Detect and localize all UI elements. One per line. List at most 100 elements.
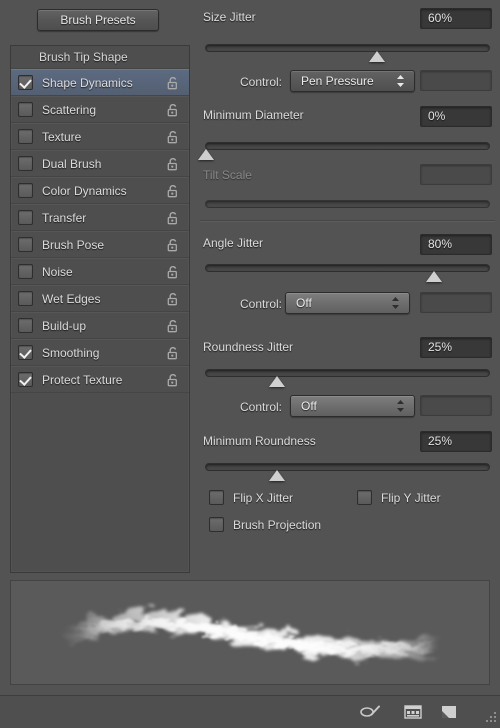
chevron-updown-icon (391, 296, 400, 310)
unlock-icon[interactable] (167, 157, 179, 170)
roundness-jitter-control-label: Control: (240, 400, 283, 414)
unlock-icon[interactable] (167, 103, 179, 116)
list-item-dual-brush[interactable]: Dual Brush (11, 150, 189, 177)
unlock-icon[interactable] (167, 373, 179, 386)
unlock-icon[interactable] (167, 130, 179, 143)
angle-jitter-label: Angle Jitter (203, 236, 264, 250)
minimum-roundness-slider-thumb[interactable] (269, 470, 286, 481)
roundness-jitter-value[interactable]: 25% (420, 337, 492, 358)
resize-grip-icon[interactable] (484, 712, 497, 725)
checkbox[interactable] (18, 318, 33, 333)
new-brush-icon[interactable] (440, 704, 458, 725)
toggle-brush-panel-icon[interactable] (404, 704, 422, 725)
size-jitter-control-label: Control: (240, 75, 283, 89)
size-jitter-value[interactable]: 60% (420, 8, 492, 29)
unlock-icon[interactable] (167, 346, 179, 359)
list-item-smoothing[interactable]: Smoothing (11, 339, 189, 366)
list-item-color-dynamics[interactable]: Color Dynamics (11, 177, 189, 204)
size-jitter-slider-track[interactable] (205, 44, 490, 62)
checkbox[interactable] (18, 75, 33, 90)
list-item-build-up[interactable]: Build-up (11, 312, 189, 339)
tilt-scale-value (420, 164, 492, 185)
minimum-diameter-value[interactable]: 0% (420, 106, 492, 127)
chevron-updown-icon (396, 399, 405, 413)
list-item-wet-edges[interactable]: Wet Edges (11, 285, 189, 312)
section-divider (200, 220, 495, 222)
checkbox[interactable] (18, 129, 33, 144)
list-item-transfer[interactable]: Transfer (11, 204, 189, 231)
panel-footer (0, 695, 500, 728)
brush-projection-option[interactable]: Brush Projection (200, 517, 321, 532)
list-item-brush-pose[interactable]: Brush Pose (11, 231, 189, 258)
shape-dynamics-settings: Size Jitter 60% Control: Pen Pressure Mi… (195, 0, 500, 575)
unlock-icon[interactable] (167, 184, 179, 197)
list-item-shape-dynamics[interactable]: Shape Dynamics (11, 69, 189, 96)
brush-stroke-graphic (56, 610, 449, 660)
flip-x-jitter-option[interactable]: Flip X Jitter (200, 490, 293, 505)
brush-options-list: Brush Tip Shape Shape Dynamics Scattering… (10, 45, 190, 573)
unlock-icon[interactable] (167, 76, 179, 89)
roundness-jitter-control-dropdown[interactable]: Off (290, 395, 415, 417)
list-item-label: Transfer (42, 210, 87, 225)
chevron-updown-icon (396, 74, 405, 88)
flip-y-jitter-option[interactable]: Flip Y Jitter (348, 490, 441, 505)
flip-y-jitter-checkbox[interactable] (357, 490, 372, 505)
minimum-roundness-slider-track[interactable] (205, 463, 490, 481)
checkbox[interactable] (18, 372, 33, 387)
list-item-label: Build-up (42, 318, 87, 333)
unlock-icon[interactable] (167, 292, 179, 305)
unlock-icon[interactable] (167, 238, 179, 251)
unlock-icon[interactable] (167, 265, 179, 278)
roundness-jitter-slider-thumb[interactable] (269, 376, 286, 387)
angle-jitter-slider-track[interactable] (205, 264, 490, 282)
minimum-diameter-label: Minimum Diameter (203, 108, 304, 122)
checkbox[interactable] (18, 102, 33, 117)
list-item-noise[interactable]: Noise (11, 258, 189, 285)
size-jitter-slider-thumb[interactable] (369, 51, 385, 62)
angle-jitter-slider-thumb[interactable] (426, 271, 442, 282)
unlock-icon[interactable] (167, 211, 179, 224)
minimum-roundness-value[interactable]: 25% (420, 431, 492, 452)
minimum-diameter-slider-track[interactable] (198, 142, 490, 160)
tilt-scale-label: Tilt Scale (203, 168, 252, 182)
angle-jitter-value[interactable]: 80% (420, 234, 492, 255)
list-item-texture[interactable]: Texture (11, 123, 189, 150)
list-item-label: Scattering (42, 102, 97, 117)
list-item-label: Brush Pose (42, 237, 105, 252)
unlock-icon[interactable] (167, 319, 179, 332)
brush-projection-label: Brush Projection (233, 517, 322, 532)
brush-tip-shape-header[interactable]: Brush Tip Shape (11, 46, 189, 69)
list-item-label: Wet Edges (42, 291, 101, 306)
flip-x-jitter-label: Flip X Jitter (233, 490, 294, 505)
brush-presets-button[interactable]: Brush Presets (37, 9, 159, 31)
angle-jitter-control-dropdown[interactable]: Off (285, 292, 410, 314)
checkbox[interactable] (18, 345, 33, 360)
checkbox[interactable] (18, 210, 33, 225)
flip-x-jitter-checkbox[interactable] (209, 490, 224, 505)
brush-preset-tool-icon[interactable] (360, 704, 382, 725)
roundness-jitter-slider-track[interactable] (205, 369, 490, 387)
checkbox[interactable] (18, 183, 33, 198)
angle-jitter-control-label: Control: (240, 297, 283, 311)
checkbox[interactable] (18, 237, 33, 252)
roundness-jitter-control-extra-value[interactable] (420, 395, 492, 416)
size-jitter-control-dropdown[interactable]: Pen Pressure (290, 70, 415, 92)
angle-jitter-control-value: Off (296, 296, 312, 310)
size-jitter-control-extra-value[interactable] (420, 70, 492, 91)
flip-y-jitter-label: Flip Y Jitter (381, 490, 441, 505)
checkbox[interactable] (18, 291, 33, 306)
checkbox[interactable] (18, 156, 33, 171)
roundness-jitter-label: Roundness Jitter (203, 340, 294, 354)
list-item-protect-texture[interactable]: Protect Texture (11, 366, 189, 393)
list-item-label: Dual Brush (42, 156, 102, 171)
size-jitter-control-value: Pen Pressure (301, 74, 374, 88)
checkbox[interactable] (18, 264, 33, 279)
angle-jitter-control-extra-value[interactable] (420, 292, 492, 313)
roundness-jitter-control-value: Off (301, 399, 317, 413)
list-item-label: Texture (42, 129, 82, 144)
list-item-label: Shape Dynamics (42, 75, 133, 90)
minimum-diameter-slider-thumb[interactable] (198, 149, 214, 160)
list-item-scattering[interactable]: Scattering (11, 96, 189, 123)
brush-projection-checkbox[interactable] (209, 517, 224, 532)
minimum-roundness-label: Minimum Roundness (203, 434, 316, 448)
